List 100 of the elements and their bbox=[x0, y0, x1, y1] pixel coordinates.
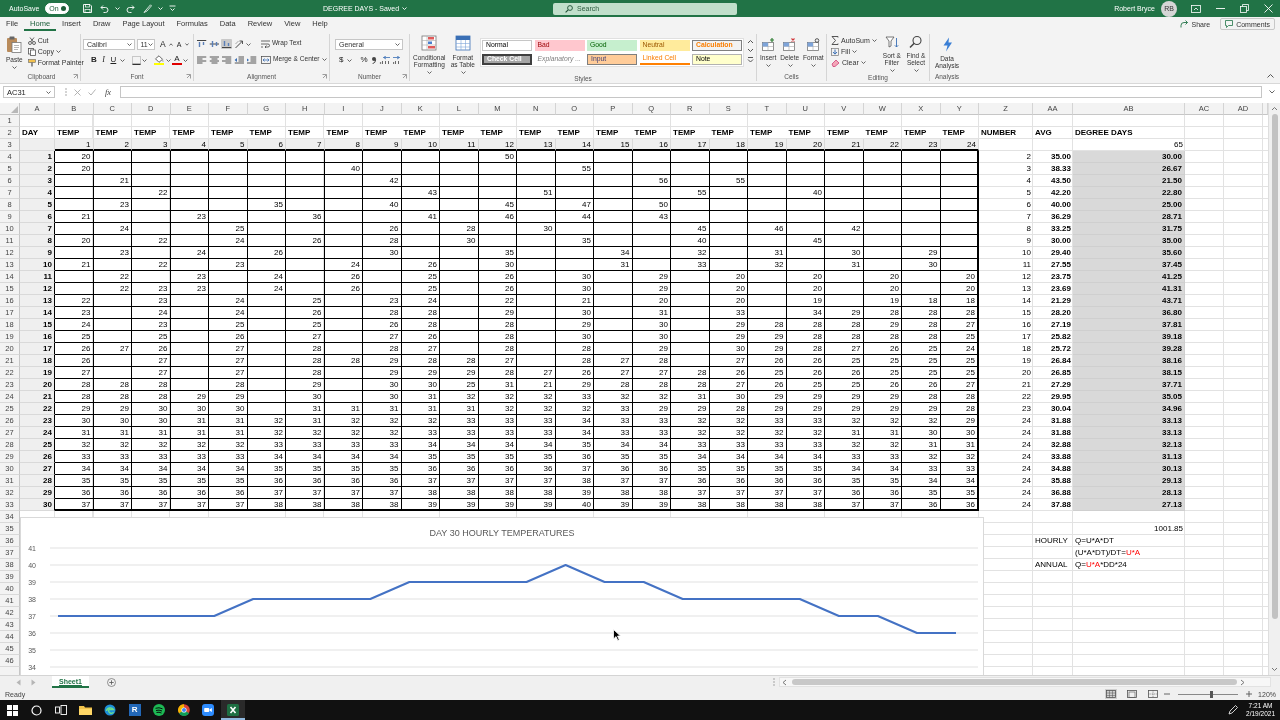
diagonal-arrow-icon[interactable] bbox=[233, 38, 245, 50]
caret-icon[interactable] bbox=[860, 61, 866, 64]
table-cell: 3 bbox=[132, 139, 171, 151]
caret-icon[interactable] bbox=[246, 42, 251, 46]
empty-cell bbox=[170, 151, 209, 163]
zoom-in-icon[interactable] bbox=[1246, 691, 1253, 697]
italic-button[interactable]: I bbox=[100, 54, 107, 66]
horizontal-scrollbar[interactable] bbox=[779, 677, 1271, 687]
table-cell: 29 bbox=[363, 367, 402, 379]
caret-icon[interactable] bbox=[321, 58, 327, 61]
empty-cell bbox=[132, 175, 171, 187]
caret-icon[interactable] bbox=[395, 42, 400, 46]
caret-down-icon[interactable] bbox=[184, 42, 189, 46]
table-cell: 35 bbox=[132, 475, 171, 487]
empty-cell bbox=[93, 187, 132, 199]
caret-icon[interactable] bbox=[183, 58, 189, 62]
caret-icon[interactable] bbox=[346, 58, 352, 62]
scroll-right-icon[interactable] bbox=[1240, 678, 1245, 686]
caret-icon[interactable] bbox=[851, 50, 857, 53]
table-cell: 36 bbox=[440, 463, 479, 475]
vertical-scrollbar[interactable] bbox=[1268, 103, 1280, 675]
table-cell: 28 bbox=[902, 307, 941, 319]
scroll-up-icon[interactable] bbox=[1271, 106, 1278, 111]
check-icon[interactable] bbox=[88, 88, 96, 96]
column-heading: TEMP bbox=[56, 127, 81, 139]
empty-cell bbox=[247, 379, 286, 391]
slider-thumb[interactable] bbox=[1209, 690, 1213, 698]
caret-icon[interactable] bbox=[147, 42, 153, 46]
pencil-icon[interactable] bbox=[143, 4, 153, 13]
page-layout-view-icon[interactable] bbox=[1126, 689, 1139, 699]
table-cell: 25 bbox=[209, 319, 248, 331]
formula-input[interactable] bbox=[120, 86, 1262, 98]
ribbon-display-icon[interactable] bbox=[1191, 4, 1201, 13]
empty-cell bbox=[440, 295, 479, 307]
table-cell: 19 bbox=[20, 367, 55, 379]
caret-icon[interactable] bbox=[766, 63, 772, 67]
font-color-button[interactable]: A bbox=[172, 55, 182, 65]
percent-button[interactable]: % bbox=[358, 54, 370, 66]
table-cell: 27 bbox=[594, 367, 633, 379]
expand-formula-icon[interactable] bbox=[1269, 90, 1275, 94]
paint-bucket-icon[interactable] bbox=[154, 55, 165, 65]
scroll-down-icon[interactable] bbox=[1271, 667, 1278, 672]
page-break-view-icon[interactable] bbox=[1147, 689, 1160, 699]
align-middle-icon[interactable] bbox=[208, 39, 220, 49]
caret-icon[interactable] bbox=[119, 58, 125, 62]
table-cell: 32 bbox=[363, 427, 402, 439]
caret-icon[interactable] bbox=[55, 50, 61, 53]
caret-icon[interactable] bbox=[127, 42, 132, 46]
table-cell: 33 bbox=[671, 259, 710, 271]
borders-icon[interactable] bbox=[131, 55, 141, 65]
collapse-ribbon-icon[interactable] bbox=[1267, 74, 1274, 78]
close-icon[interactable] bbox=[1263, 4, 1273, 13]
caret-icon[interactable] bbox=[165, 58, 171, 62]
caret-icon[interactable] bbox=[12, 65, 18, 69]
restore-icon[interactable] bbox=[1239, 4, 1249, 13]
table-cell: 38 bbox=[478, 487, 517, 499]
table-cell: 38 bbox=[324, 499, 363, 511]
scroll-left-icon[interactable] bbox=[782, 678, 787, 686]
decrease-indent-icon[interactable] bbox=[233, 55, 245, 65]
align-bottom-icon[interactable] bbox=[221, 39, 232, 49]
empty-cell bbox=[132, 271, 171, 283]
caret-icon[interactable] bbox=[787, 63, 793, 67]
empty-cell bbox=[93, 367, 132, 379]
customize-icon[interactable] bbox=[169, 5, 177, 12]
caret-icon[interactable] bbox=[46, 90, 51, 94]
caret-icon[interactable] bbox=[142, 58, 148, 62]
scrollbar-thumb[interactable] bbox=[792, 679, 1237, 685]
caret-icon[interactable] bbox=[889, 68, 895, 72]
taskbar-app-button[interactable] bbox=[220, 700, 245, 720]
underline-button[interactable]: U bbox=[108, 54, 119, 66]
align-top-icon[interactable] bbox=[196, 39, 207, 49]
add-sheet-icon[interactable] bbox=[106, 677, 116, 687]
currency-button[interactable]: $ bbox=[337, 54, 346, 66]
save-icon[interactable] bbox=[83, 4, 93, 13]
increase-font-button[interactable]: A bbox=[158, 38, 168, 50]
table-cell: 55 bbox=[709, 175, 748, 187]
caret-icon[interactable] bbox=[913, 68, 919, 72]
insert-function-button[interactable]: fx bbox=[105, 87, 112, 97]
caret-up-icon[interactable] bbox=[169, 42, 174, 46]
bold-button[interactable]: B bbox=[89, 54, 99, 66]
more-options-icon[interactable] bbox=[747, 57, 754, 63]
comma-icon[interactable] bbox=[371, 55, 378, 65]
pen-icon[interactable] bbox=[1228, 705, 1239, 715]
caret-icon[interactable] bbox=[811, 63, 817, 67]
caret-icon[interactable] bbox=[427, 70, 433, 74]
scrollbar-thumb[interactable] bbox=[1271, 114, 1278, 619]
caret-icon[interactable] bbox=[460, 70, 466, 74]
empty-cell bbox=[324, 331, 363, 343]
normal-view-icon[interactable] bbox=[1105, 689, 1118, 699]
redo-icon[interactable] bbox=[126, 4, 136, 13]
increase-decimal-icon[interactable] bbox=[378, 55, 391, 65]
scroll-down-icon[interactable] bbox=[747, 48, 754, 53]
empty-cell bbox=[902, 187, 941, 199]
table-cell: 32 bbox=[709, 415, 748, 427]
undo-icon[interactable] bbox=[100, 4, 110, 13]
table-cell-text: 3 bbox=[1025, 163, 1032, 175]
scroll-up-icon[interactable] bbox=[747, 39, 754, 44]
empty-cell bbox=[132, 163, 171, 175]
table-cell-text: 25.82 bbox=[1049, 331, 1072, 343]
caret-icon[interactable] bbox=[871, 39, 877, 42]
